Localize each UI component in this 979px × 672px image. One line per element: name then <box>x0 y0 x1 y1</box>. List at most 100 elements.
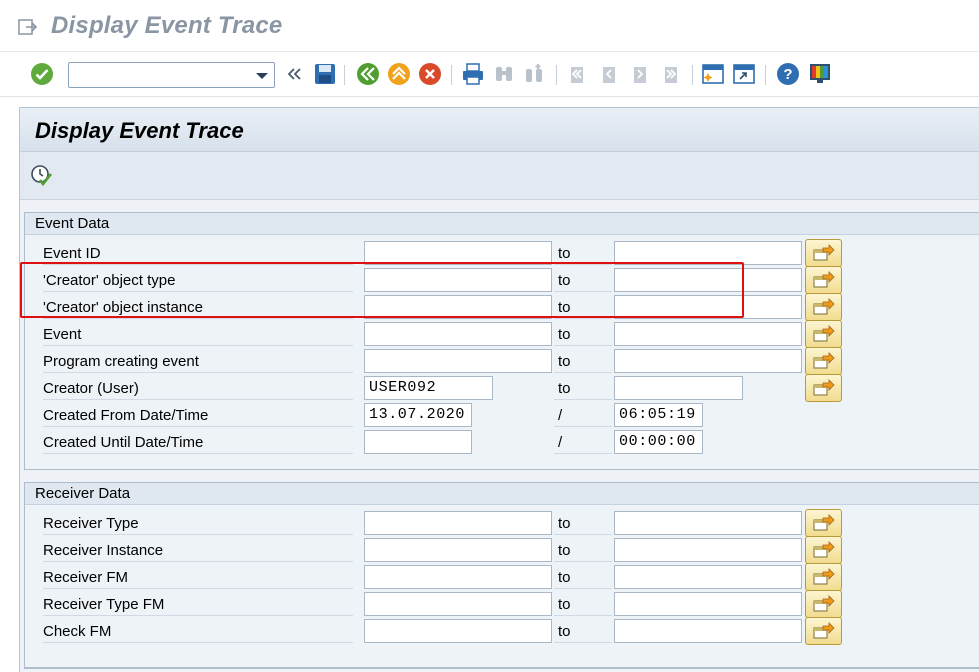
screen-header: Display Event Trace <box>20 108 979 152</box>
receiver-fm-to-field[interactable] <box>614 565 802 589</box>
creator-object-instance-multiple-selection-button[interactable] <box>805 293 842 321</box>
creator-object-instance-from-field[interactable] <box>364 295 552 319</box>
event-from-field[interactable] <box>364 322 552 346</box>
multiple-selection-icon <box>813 622 835 639</box>
event-data-title: Event Data <box>25 213 979 235</box>
program-creating-event-from-field[interactable] <box>364 349 552 373</box>
shortcut-icon[interactable] <box>731 61 757 87</box>
receiver-instance-multiple-selection-button[interactable] <box>805 536 842 564</box>
receiver-type-fm-to-field[interactable] <box>614 592 802 616</box>
receiver-type-from-field[interactable] <box>364 511 552 535</box>
find-icon[interactable] <box>491 61 517 87</box>
creator-user-to-field[interactable] <box>614 376 743 400</box>
creator-user-multiple-selection-button[interactable] <box>805 374 842 402</box>
created-from-date-time-separator: / <box>558 407 563 424</box>
creator-object-type-from-field[interactable] <box>364 268 552 292</box>
creator-object-type-separator: to <box>558 272 571 289</box>
receiver-type-multiple-selection-button[interactable] <box>805 509 842 537</box>
application-toolbar <box>20 152 979 200</box>
created-from-date-time-from-field[interactable]: 13.07.2020 <box>364 403 472 427</box>
event-id-from-field[interactable] <box>364 241 552 265</box>
receiver-instance-from-field[interactable] <box>364 538 552 562</box>
receiver-type-fm-multiple-selection-button[interactable] <box>805 590 842 618</box>
receiver-instance-separator: to <box>558 542 571 559</box>
back-icon[interactable] <box>355 61 381 87</box>
event-multiple-selection-button[interactable] <box>805 320 842 348</box>
program-creating-event-label: Program creating event <box>43 349 353 373</box>
multiple-selection-icon <box>813 325 835 342</box>
program-creating-event-separator: to <box>558 353 571 370</box>
next-page-icon[interactable] <box>627 61 653 87</box>
execute-icon[interactable] <box>30 163 54 187</box>
receiver-fm-label: Receiver FM <box>43 565 353 589</box>
exit-icon[interactable] <box>386 61 412 87</box>
multiple-selection-icon <box>813 298 835 315</box>
multiple-selection-icon <box>813 379 835 396</box>
check-fm-separator: to <box>558 623 571 640</box>
next-group-edge <box>24 668 979 672</box>
enter-icon[interactable] <box>29 61 55 87</box>
creator-object-type-label: 'Creator' object type <box>43 268 353 292</box>
row-program-creating-event: Program creating event to <box>25 347 979 375</box>
first-page-icon[interactable] <box>564 61 590 87</box>
command-field[interactable] <box>68 62 275 88</box>
creator-object-type-to-field[interactable] <box>614 268 802 292</box>
program-creating-event-to-field[interactable] <box>614 349 802 373</box>
row-check-fm: Check FM to <box>25 617 979 645</box>
row-creator-user: Creator (User) USER092 to <box>25 374 979 402</box>
page-title: Display Event Trace <box>35 118 244 143</box>
svg-text:?: ? <box>783 66 792 83</box>
event-label: Event <box>43 322 353 346</box>
check-fm-to-field[interactable] <box>614 619 802 643</box>
receiver-type-fm-label: Receiver Type FM <box>43 592 353 616</box>
receiver-type-to-field[interactable] <box>614 511 802 535</box>
multiple-selection-icon <box>813 541 835 558</box>
title-bar: Display Event Trace <box>0 0 979 52</box>
event-to-field[interactable] <box>614 322 802 346</box>
receiver-instance-to-field[interactable] <box>614 538 802 562</box>
receiver-type-label: Receiver Type <box>43 511 353 535</box>
created-from-date-time-to-field[interactable]: 06:05:19 <box>614 403 703 427</box>
collapse-icon[interactable] <box>281 61 307 87</box>
creator-object-type-multiple-selection-button[interactable] <box>805 266 842 294</box>
receiver-type-fm-separator: to <box>558 596 571 613</box>
created-from-date-time-label: Created From Date/Time <box>43 403 353 427</box>
creator-user-label: Creator (User) <box>43 376 353 400</box>
menu-icon[interactable] <box>18 18 38 36</box>
customize-layout-icon[interactable] <box>807 61 833 87</box>
check-fm-multiple-selection-button[interactable] <box>805 617 842 645</box>
save-icon[interactable] <box>312 61 338 87</box>
check-fm-from-field[interactable] <box>364 619 552 643</box>
event-id-multiple-selection-button[interactable] <box>805 239 842 267</box>
command-input[interactable] <box>73 64 253 86</box>
multiple-selection-icon <box>813 352 835 369</box>
creator-user-separator: to <box>558 380 571 397</box>
event-id-to-field[interactable] <box>614 241 802 265</box>
created-until-date-time-separator: / <box>558 434 563 451</box>
receiver-fm-from-field[interactable] <box>364 565 552 589</box>
multiple-selection-icon <box>813 568 835 585</box>
multiple-selection-icon <box>813 244 835 261</box>
window-title: Display Event Trace <box>51 12 283 39</box>
main-panel: Display Event Trace Event Data Event ID t… <box>19 107 979 672</box>
row-receiver-type: Receiver Type to <box>25 509 979 537</box>
find-next-icon[interactable] <box>522 61 548 87</box>
created-until-date-time-from-field[interactable] <box>364 430 472 454</box>
help-icon[interactable]: ? <box>775 61 801 87</box>
row-receiver-type-fm: Receiver Type FM to <box>25 590 979 618</box>
program-creating-event-multiple-selection-button[interactable] <box>805 347 842 375</box>
chevron-down-icon[interactable] <box>256 73 268 79</box>
row-event: Event to <box>25 320 979 348</box>
cancel-icon[interactable] <box>417 61 443 87</box>
last-page-icon[interactable] <box>658 61 684 87</box>
print-icon[interactable] <box>460 61 486 87</box>
create-session-icon[interactable] <box>700 61 726 87</box>
creator-object-instance-to-field[interactable] <box>614 295 802 319</box>
previous-page-icon[interactable] <box>596 61 622 87</box>
receiver-type-fm-from-field[interactable] <box>364 592 552 616</box>
receiver-fm-multiple-selection-button[interactable] <box>805 563 842 591</box>
created-until-date-time-to-field[interactable]: 00:00:00 <box>614 430 703 454</box>
creator-user-from-field[interactable]: USER092 <box>364 376 493 400</box>
row-creator-object-instance: 'Creator' object instance to <box>25 293 979 321</box>
row-creator-object-type: 'Creator' object type to <box>25 266 979 294</box>
